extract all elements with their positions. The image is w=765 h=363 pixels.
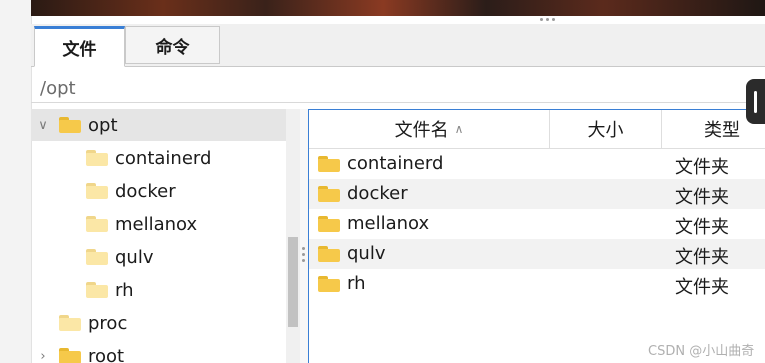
folder-icon	[318, 216, 340, 232]
file-name: mellanox	[347, 213, 430, 234]
tree-item-label: proc	[88, 312, 128, 334]
file-name: docker	[347, 183, 408, 204]
tree-item-label: docker	[115, 180, 176, 202]
file-list-header: 文件名 ∧ 大小 类型	[309, 110, 765, 149]
folder-icon	[86, 150, 108, 166]
tree-item-docker[interactable]: docker	[31, 175, 286, 207]
file-type: 文件夹	[675, 217, 729, 238]
column-name-label: 文件名	[394, 120, 449, 141]
tree-item-mellanox[interactable]: mellanox	[31, 208, 286, 240]
tree-item-root[interactable]: › root	[31, 340, 286, 363]
directory-tree: ∨ opt containerd docker mellanox qulv rh…	[31, 109, 286, 363]
folder-icon	[86, 282, 108, 298]
drag-handle-icon	[754, 91, 757, 113]
folder-icon	[318, 186, 340, 202]
file-type: 文件夹	[675, 187, 729, 208]
tab-bar: 文件 命令	[31, 24, 765, 67]
panel-splitter[interactable]	[300, 109, 308, 363]
folder-icon	[59, 117, 81, 133]
column-size-label: 大小	[587, 120, 624, 141]
tree-item-label: containerd	[115, 147, 212, 169]
tree-item-proc[interactable]: proc	[31, 307, 286, 339]
tree-item-opt[interactable]: ∨ opt	[31, 109, 286, 141]
file-name: rh	[347, 273, 366, 294]
file-type: 文件夹	[675, 157, 729, 178]
tree-item-label: root	[88, 345, 125, 363]
folder-icon	[318, 156, 340, 172]
column-type-label: 类型	[704, 120, 740, 141]
file-row[interactable]: mellanox 文件夹	[309, 209, 765, 239]
tab-commands-label: 命令	[155, 37, 190, 58]
left-panel-edge	[0, 0, 32, 363]
column-header-name[interactable]: 文件名 ∧	[309, 110, 550, 148]
column-header-size[interactable]: 大小	[550, 110, 662, 148]
tree-item-label: mellanox	[115, 213, 198, 235]
tree-scrollbar[interactable]	[286, 109, 300, 363]
tab-files[interactable]: 文件	[34, 26, 125, 67]
side-drawer-handle[interactable]	[746, 79, 765, 124]
file-row[interactable]: rh 文件夹	[309, 269, 765, 299]
chevron-down-icon[interactable]: ∨	[35, 118, 51, 133]
tree-item-rh[interactable]: rh	[31, 274, 286, 306]
folder-icon	[318, 276, 340, 292]
folder-icon	[59, 315, 81, 331]
tree-item-containerd[interactable]: containerd	[31, 142, 286, 174]
file-name: qulv	[347, 243, 386, 264]
file-row[interactable]: containerd 文件夹	[309, 149, 765, 179]
file-list: 文件名 ∧ 大小 类型 containerd 文件夹 docker 文件夹 me…	[308, 109, 765, 363]
tree-scrollbar-thumb[interactable]	[288, 237, 298, 327]
chevron-right-icon[interactable]: ›	[35, 349, 51, 363]
file-row[interactable]: docker 文件夹	[309, 179, 765, 209]
folder-icon	[318, 246, 340, 262]
file-type: 文件夹	[675, 277, 729, 298]
resize-grip[interactable]	[540, 16, 560, 24]
top-banner-image	[31, 0, 765, 16]
folder-icon	[86, 183, 108, 199]
tab-files-label: 文件	[62, 40, 97, 60]
file-name: containerd	[347, 153, 444, 174]
sort-ascending-icon: ∧	[454, 122, 464, 136]
path-input[interactable]: /opt	[31, 67, 765, 103]
tree-item-label: rh	[115, 279, 134, 301]
tree-item-qulv[interactable]: qulv	[31, 241, 286, 273]
tree-item-label: opt	[88, 114, 118, 136]
tree-item-label: qulv	[115, 246, 154, 268]
folder-icon	[59, 348, 81, 363]
watermark: CSDN @小山曲奇	[648, 344, 755, 359]
tab-commands[interactable]: 命令	[125, 26, 220, 64]
file-type: 文件夹	[675, 247, 729, 268]
folder-icon	[86, 249, 108, 265]
file-row[interactable]: qulv 文件夹	[309, 239, 765, 269]
folder-icon	[86, 216, 108, 232]
